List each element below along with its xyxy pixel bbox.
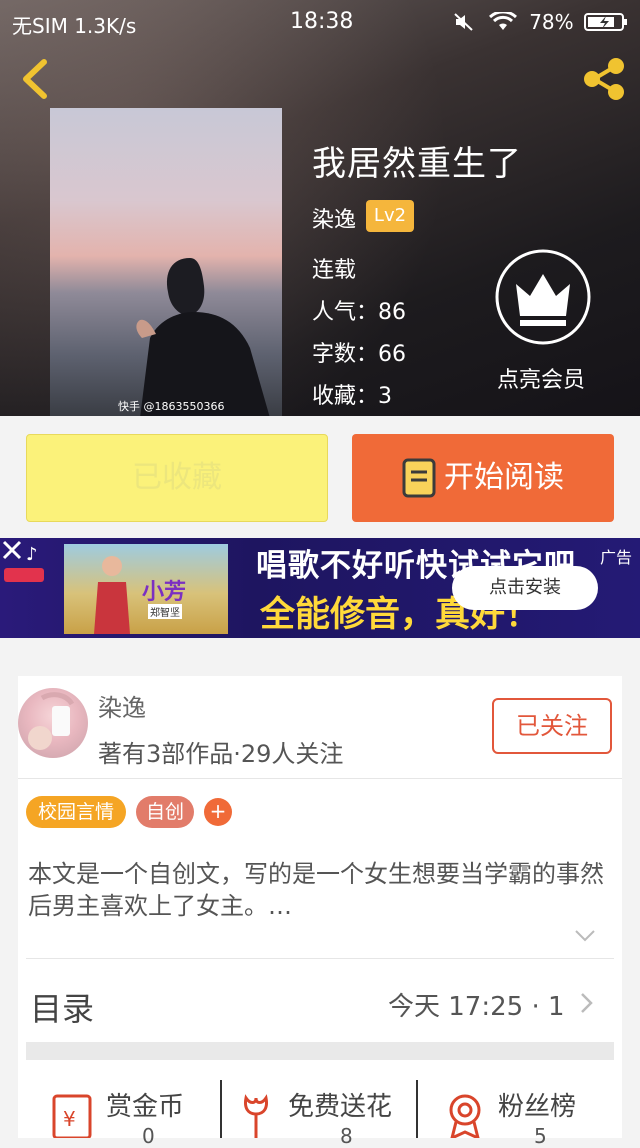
reward-coins-label[interactable]: 赏金币 bbox=[106, 1086, 184, 1123]
divider bbox=[220, 1080, 222, 1138]
send-flowers-label[interactable]: 免费送花 bbox=[288, 1086, 392, 1123]
start-reading-button[interactable]: 开始阅读 bbox=[352, 434, 614, 522]
start-reading-label: 开始阅读 bbox=[444, 460, 564, 495]
chevron-down-icon[interactable] bbox=[574, 928, 596, 944]
divider bbox=[416, 1080, 418, 1138]
flower-icon[interactable] bbox=[236, 1094, 276, 1138]
ad-install-button[interactable]: 点击安装 bbox=[452, 566, 598, 610]
wifi-icon bbox=[488, 10, 517, 30]
carrier-text: 无SIM 1.3K/s bbox=[12, 14, 137, 38]
divider bbox=[26, 958, 614, 959]
clock: 18:38 bbox=[290, 9, 354, 34]
singer-illustration bbox=[94, 556, 130, 634]
yen-glyph: ¥ bbox=[63, 1107, 76, 1131]
book-icon bbox=[402, 458, 436, 498]
reward-coins-count: 0 bbox=[142, 1124, 155, 1148]
book-popularity: 人气：86 bbox=[312, 300, 406, 325]
battery-percent: 78% bbox=[529, 10, 574, 34]
book-description: 本文是一个自创文，写的是一个女生想要当学霸的事然后男主喜欢上了女主。… bbox=[28, 860, 604, 920]
battery-icon bbox=[584, 13, 627, 31]
add-tag-button[interactable]: + bbox=[204, 798, 232, 826]
back-arrow-icon[interactable] bbox=[16, 58, 56, 100]
coin-envelope-icon[interactable]: ¥ bbox=[50, 1092, 96, 1138]
flower-count: 8 bbox=[340, 1124, 353, 1148]
follow-button[interactable]: 已关注 bbox=[492, 698, 612, 754]
status-bar: 无SIM 1.3K/s 18:38 78% bbox=[0, 0, 640, 44]
book-author[interactable]: 染逸 bbox=[312, 202, 356, 234]
book-title: 我居然重生了 bbox=[312, 144, 522, 184]
ad-singer-name: 小芳 bbox=[142, 580, 187, 605]
book-favorites: 收藏：3 bbox=[312, 384, 392, 409]
share-icon[interactable] bbox=[580, 56, 628, 102]
avatar[interactable] bbox=[18, 688, 88, 758]
author-level-badge: Lv2 bbox=[366, 200, 414, 232]
divider bbox=[18, 778, 622, 779]
tiktok-close-icon[interactable]: ♪ bbox=[0, 538, 50, 638]
book-word-count: 字数：66 bbox=[312, 342, 406, 367]
tiktok-logo: ♪ bbox=[26, 544, 38, 565]
book-cover[interactable]: 快手 @1863550366 bbox=[50, 108, 282, 416]
crown-icon[interactable] bbox=[494, 248, 592, 346]
genre-tag[interactable]: 自创 bbox=[136, 796, 194, 828]
author-name[interactable]: 染逸 bbox=[98, 688, 146, 723]
book-status: 连载 bbox=[312, 258, 357, 283]
genre-tag[interactable]: 校园言情 bbox=[26, 796, 126, 828]
vip-label[interactable]: 点亮会员 bbox=[497, 362, 585, 394]
ad-singer-sub: 郑智坚 bbox=[148, 604, 182, 619]
section-spacer bbox=[26, 1042, 614, 1060]
fan-ranking-label[interactable]: 粉丝榜 bbox=[498, 1086, 576, 1123]
avatar-image bbox=[28, 692, 75, 750]
table-of-contents-label[interactable]: 目录 bbox=[30, 984, 94, 1030]
author-stats: 著有3部作品·29人关注 bbox=[98, 740, 344, 768]
cover-watermark: 快手 @1863550366 bbox=[118, 400, 225, 413]
ad-image[interactable]: 小芳 郑智坚 bbox=[64, 544, 228, 634]
ad-badge: 广告 bbox=[600, 548, 633, 567]
latest-update[interactable]: 今天 17:25 · 1 bbox=[388, 986, 565, 1023]
medal-icon[interactable] bbox=[444, 1092, 486, 1138]
favorited-button[interactable]: 已收藏 bbox=[26, 434, 328, 522]
chevron-right-icon[interactable] bbox=[580, 992, 594, 1014]
battery-status: 78% bbox=[454, 10, 628, 34]
fan-count: 5 bbox=[534, 1124, 547, 1148]
mute-icon bbox=[454, 13, 474, 31]
cover-illustration bbox=[136, 258, 270, 416]
